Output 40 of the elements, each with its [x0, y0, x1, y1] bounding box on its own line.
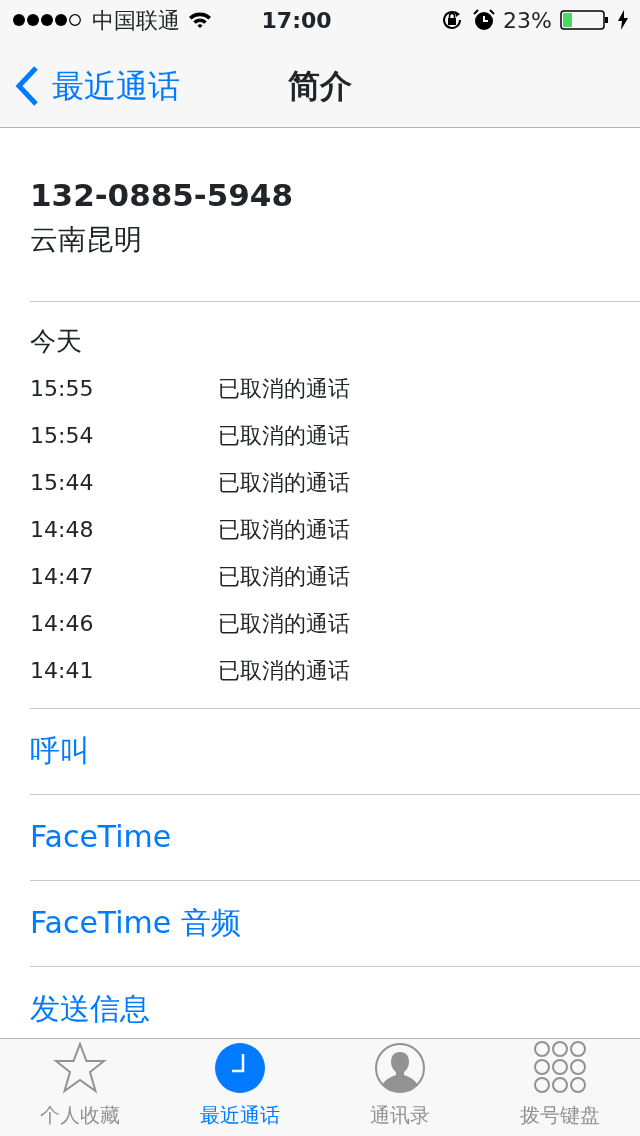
keypad-icon — [533, 1040, 587, 1094]
battery-icon — [560, 10, 610, 30]
action-link[interactable]: 发送信息 — [30, 991, 150, 1027]
action-link[interactable]: FaceTime 音频 — [30, 905, 241, 941]
carrier-name: 中国联通 — [92, 6, 180, 35]
back-button[interactable]: 最近通话 — [14, 62, 180, 110]
signal-icon — [12, 13, 84, 27]
battery-percent: 23% — [503, 6, 552, 35]
alarm-icon — [473, 9, 496, 31]
page-title: 简介 — [288, 67, 352, 105]
call-status: 已取消的通话 — [218, 515, 350, 544]
phone-number: 132-0885-5948 — [30, 176, 294, 215]
action-link[interactable]: 呼叫 — [30, 733, 90, 769]
call-time: 14:48 — [30, 515, 95, 544]
call-status: 已取消的通话 — [218, 562, 350, 591]
action-link[interactable]: FaceTime — [30, 819, 172, 855]
call-time: 14:41 — [30, 656, 95, 685]
date-heading: 今天 — [30, 324, 83, 358]
call-time: 14:47 — [30, 562, 95, 591]
tab[interactable]: 通讯录 — [320, 1039, 480, 1136]
tab[interactable]: 个人收藏 — [0, 1039, 160, 1136]
person-icon — [374, 1042, 426, 1094]
call-status: 已取消的通话 — [218, 656, 350, 685]
call-time: 14:46 — [30, 609, 95, 638]
call-time: 15:54 — [30, 421, 95, 450]
call-status: 已取消的通话 — [218, 421, 350, 450]
call-status: 已取消的通话 — [218, 609, 350, 638]
tab[interactable]: 拨号键盘 — [480, 1039, 640, 1136]
clock-icon — [214, 1042, 266, 1094]
wifi-icon — [188, 11, 212, 29]
location: 云南昆明 — [30, 221, 143, 258]
call-status: 已取消的通话 — [218, 374, 350, 403]
call-time: 15:55 — [30, 374, 95, 403]
charging-icon — [618, 10, 628, 30]
tab[interactable]: 最近通话 — [160, 1039, 320, 1136]
star-icon — [53, 1042, 107, 1094]
call-time: 15:44 — [30, 468, 95, 497]
chevron-left-icon — [14, 65, 40, 107]
status-time: 17:00 — [261, 6, 332, 35]
call-status: 已取消的通话 — [218, 468, 350, 497]
